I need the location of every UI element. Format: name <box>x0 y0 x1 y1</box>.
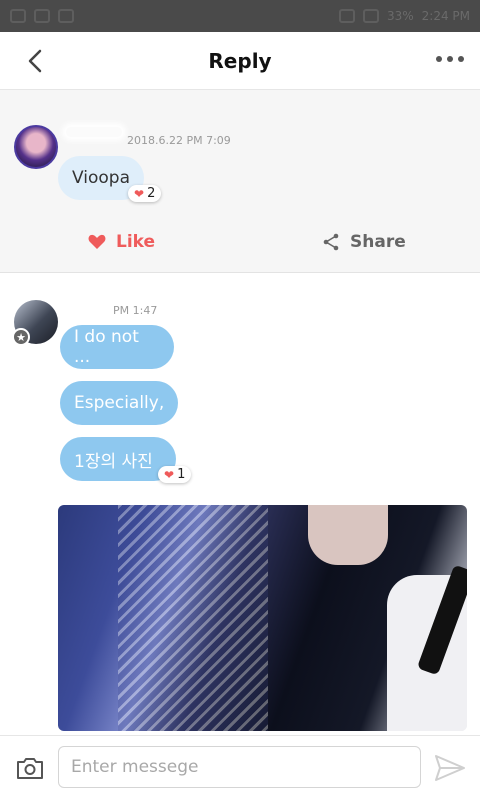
more-options-icon[interactable] <box>436 56 464 62</box>
blurred-username <box>70 302 108 312</box>
share-label: Share <box>350 232 406 252</box>
settings-icon <box>34 9 50 23</box>
message-bubble[interactable]: Especially, <box>60 381 178 425</box>
avatar[interactable] <box>14 125 58 169</box>
heart-icon: ❤ <box>164 467 175 482</box>
blurred-username <box>66 127 122 137</box>
bluetooth-icon <box>338 9 355 23</box>
message-text: Vioopa <box>72 168 130 188</box>
send-icon[interactable] <box>434 754 466 782</box>
status-bar: 33% 2:24 PM <box>0 0 480 32</box>
top-bar: Reply <box>0 32 480 90</box>
sim-icon <box>58 9 74 23</box>
share-button[interactable]: Share <box>322 232 406 252</box>
message-text: Especially, <box>74 393 165 413</box>
heart-icon: ❤ <box>134 186 145 201</box>
star-badge-icon: ★ <box>12 328 30 346</box>
wifi-icon <box>362 9 379 23</box>
composer-bar <box>0 735 480 797</box>
share-icon <box>323 233 339 251</box>
message-text: I do not ... <box>74 327 139 367</box>
reply-timestamp: PM 1:47 <box>113 304 158 317</box>
page-title: Reply <box>208 49 272 73</box>
message-text: 1장의 사진 <box>74 451 153 472</box>
shared-photo[interactable] <box>58 505 467 731</box>
camera-icon[interactable] <box>16 756 44 780</box>
like-count: 1 <box>177 467 186 482</box>
post-actions: Like Share <box>0 220 480 264</box>
like-count-badge[interactable]: ❤ 2 <box>128 185 162 202</box>
like-label: Like <box>116 232 156 252</box>
notification-icon <box>10 9 26 23</box>
heart-icon <box>88 234 106 249</box>
clock: 2:24 PM <box>421 9 470 23</box>
like-button[interactable]: Like <box>88 232 155 252</box>
original-post: 2018.6.22 PM 7:09 Vioopa ❤ 2 Like Share <box>0 90 480 273</box>
message-input[interactable] <box>58 746 421 788</box>
like-count-badge[interactable]: ❤ 1 <box>158 466 192 483</box>
message-bubble[interactable]: I do not ... <box>60 325 174 369</box>
battery-percent: 33% <box>386 9 414 23</box>
post-timestamp: 2018.6.22 PM 7:09 <box>127 134 231 147</box>
like-count: 2 <box>147 186 156 201</box>
